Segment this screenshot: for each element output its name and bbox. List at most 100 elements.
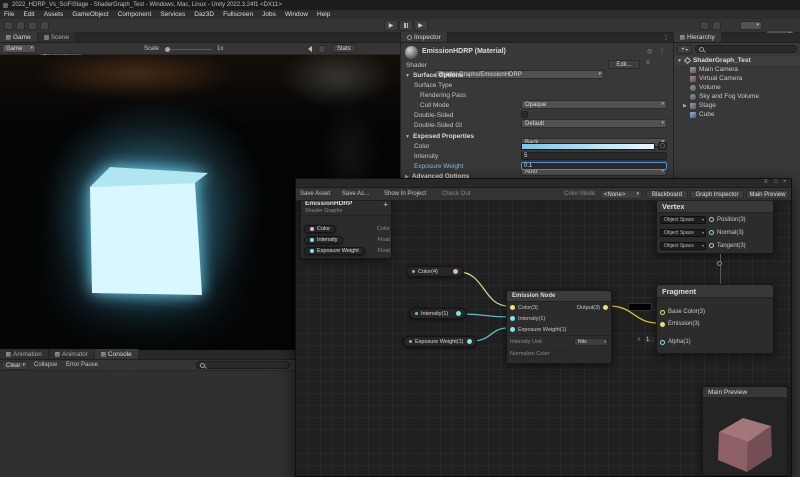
emission-exposure-port[interactable] bbox=[510, 327, 515, 332]
color-picker-button[interactable]: ◯ bbox=[658, 142, 667, 150]
hierarchy-add-button[interactable]: +▾ bbox=[677, 45, 692, 54]
hierarchy-item-cube[interactable]: Cube bbox=[674, 110, 800, 119]
scene-foldout-icon[interactable]: ▼ bbox=[677, 58, 682, 64]
hierarchy-item-volume[interactable]: Volume bbox=[674, 83, 800, 92]
tab-scene[interactable]: Scene bbox=[38, 32, 76, 42]
layers-icon[interactable] bbox=[712, 21, 721, 30]
clear-button[interactable]: Clear bbox=[2, 361, 28, 370]
material-help-icon[interactable]: ◎ bbox=[647, 48, 652, 55]
emission-output-port[interactable] bbox=[603, 305, 608, 310]
close-icon[interactable]: × bbox=[783, 179, 787, 185]
undo-icon[interactable] bbox=[700, 21, 709, 30]
fragment-emission-port[interactable] bbox=[660, 322, 665, 327]
menu-fullscreen[interactable]: Fullscreen bbox=[223, 11, 253, 18]
position-port[interactable] bbox=[709, 217, 714, 222]
normalize-color-row[interactable]: Normalize Color bbox=[507, 348, 611, 359]
collapse-button[interactable]: Collapse bbox=[34, 362, 57, 368]
exposed-properties-header[interactable]: ▼Exposed Properties bbox=[405, 133, 474, 140]
shader-edit-button[interactable]: Edit... bbox=[608, 60, 640, 69]
save-as-button[interactable]: Save As... bbox=[342, 191, 369, 197]
fragment-node[interactable]: Fragment Base Color(3) Emission(3) Alpha… bbox=[656, 284, 774, 354]
alpha-default-input[interactable]: 1 bbox=[643, 336, 655, 344]
exposure-output-port[interactable] bbox=[467, 339, 472, 344]
save-asset-button[interactable]: Save Asset bbox=[300, 191, 330, 197]
blackboard-add-button[interactable]: + bbox=[383, 200, 388, 209]
menu-gameobject[interactable]: GameObject bbox=[72, 11, 109, 18]
tab-hierarchy[interactable]: Hierarchy bbox=[674, 32, 722, 42]
base-color-port[interactable] bbox=[660, 310, 665, 315]
intensity-output-port[interactable] bbox=[456, 311, 461, 316]
mute-audio-icon[interactable] bbox=[305, 46, 312, 52]
property-node-intensity[interactable]: Intensity(1) bbox=[409, 308, 467, 319]
shader-menu-icon[interactable]: ≡ bbox=[646, 60, 650, 66]
menu-jobs[interactable]: Jobs bbox=[262, 11, 276, 18]
layers-dropdown[interactable] bbox=[740, 21, 762, 30]
blackboard-property-intensity[interactable]: Intensity Float bbox=[304, 235, 390, 244]
game-display-mode-dropdown[interactable]: Game bbox=[2, 44, 36, 53]
menu-services[interactable]: Services bbox=[160, 11, 185, 18]
pause-button[interactable] bbox=[399, 20, 413, 31]
tab-animation[interactable]: Animation bbox=[0, 349, 49, 359]
main-preview-toggle-button[interactable]: Main Preview bbox=[746, 190, 789, 199]
property-node-exposure[interactable]: Exposure Weight(1) bbox=[403, 336, 477, 347]
base-color-default-swatch[interactable] bbox=[628, 303, 652, 311]
normal-space-dropdown[interactable]: Object Space bbox=[660, 229, 706, 237]
tab-animator[interactable]: Animator bbox=[49, 349, 95, 359]
scale-slider-knob[interactable] bbox=[165, 47, 170, 52]
intensity-unit-dropdown[interactable]: Nits bbox=[574, 338, 608, 346]
undo-history-icon[interactable] bbox=[28, 21, 37, 30]
vertex-node[interactable]: Vertex Object Space Position(3) Object S… bbox=[656, 199, 774, 254]
emission-intensity-port[interactable] bbox=[510, 316, 515, 321]
tab-inspector[interactable]: Inspector bbox=[401, 32, 448, 42]
step-button[interactable]: ▶ bbox=[414, 20, 428, 31]
stats-button[interactable]: Stats bbox=[332, 44, 356, 53]
vsync-icon[interactable] bbox=[318, 45, 326, 53]
console-content[interactable] bbox=[0, 371, 295, 477]
window-menu-icon[interactable]: ≡ bbox=[764, 179, 768, 185]
show-in-project-button[interactable]: Show In Project bbox=[384, 191, 426, 197]
color-mode-dropdown[interactable]: <None> bbox=[600, 190, 642, 199]
position-space-dropdown[interactable]: Object Space bbox=[660, 216, 706, 224]
check-out-button[interactable]: Check Out bbox=[442, 191, 470, 197]
color-output-port[interactable] bbox=[453, 269, 458, 274]
menu-daz3d[interactable]: Daz3D bbox=[194, 11, 214, 18]
exposure-weight-input[interactable]: 0.1 bbox=[521, 162, 667, 170]
tangent-port[interactable] bbox=[709, 243, 714, 248]
console-search-input[interactable] bbox=[196, 361, 290, 369]
maximize-icon[interactable]: □ bbox=[774, 179, 778, 185]
menu-edit[interactable]: Edit bbox=[23, 11, 34, 18]
emission-color-port[interactable] bbox=[510, 305, 515, 310]
search-toolbar-icon[interactable] bbox=[40, 21, 49, 30]
menu-file[interactable]: File bbox=[4, 11, 14, 18]
main-preview-panel[interactable]: Main Preview bbox=[702, 386, 788, 476]
double-sided-checkbox[interactable] bbox=[521, 111, 528, 118]
hierarchy-item-virtual-camera[interactable]: Virtual Camera bbox=[674, 74, 800, 83]
hierarchy-item-main-camera[interactable]: Main Camera bbox=[674, 65, 800, 74]
color-swatch[interactable] bbox=[521, 143, 655, 150]
blackboard-property-exposure[interactable]: Exposure Weight Float bbox=[304, 246, 390, 255]
rendering-pass-dropdown[interactable]: Default bbox=[521, 119, 667, 128]
play-button[interactable]: ▶ bbox=[384, 20, 398, 31]
blackboard-panel[interactable]: EmissionHDRP Shader Graphs + Color Color… bbox=[300, 197, 392, 259]
normal-port[interactable] bbox=[709, 230, 714, 235]
scene-row[interactable]: ▼ ShaderGraph_Test bbox=[674, 56, 800, 65]
intensity-input[interactable]: 5 bbox=[521, 152, 667, 160]
stack-connector-handle[interactable] bbox=[717, 261, 722, 266]
menu-help[interactable]: Help bbox=[317, 11, 330, 18]
material-menu-icon[interactable]: ⋮ bbox=[659, 48, 665, 55]
tab-game[interactable]: Game bbox=[0, 32, 38, 42]
inspector-menu-icon[interactable]: ⋮ bbox=[663, 34, 669, 41]
hierarchy-item-sky-fog-volume[interactable]: Sky and Fog Volume bbox=[674, 92, 800, 101]
menu-assets[interactable]: Assets bbox=[44, 11, 64, 18]
emission-node[interactable]: Emission Node Color(3) Intensity(1) Expo… bbox=[506, 290, 612, 364]
menu-window[interactable]: Window bbox=[285, 11, 308, 18]
hierarchy-search-input[interactable] bbox=[695, 45, 797, 53]
tab-console[interactable]: Console bbox=[95, 349, 139, 359]
surface-options-header[interactable]: ▼Surface Options bbox=[405, 72, 463, 79]
cloud-icon[interactable] bbox=[16, 21, 25, 30]
blackboard-toggle-button[interactable]: Blackboard bbox=[646, 190, 688, 199]
alpha-port[interactable] bbox=[660, 340, 665, 345]
menu-component[interactable]: Component bbox=[118, 11, 152, 18]
graph-inspector-toggle-button[interactable]: Graph Inspector bbox=[690, 190, 744, 199]
account-icon[interactable] bbox=[4, 21, 13, 30]
